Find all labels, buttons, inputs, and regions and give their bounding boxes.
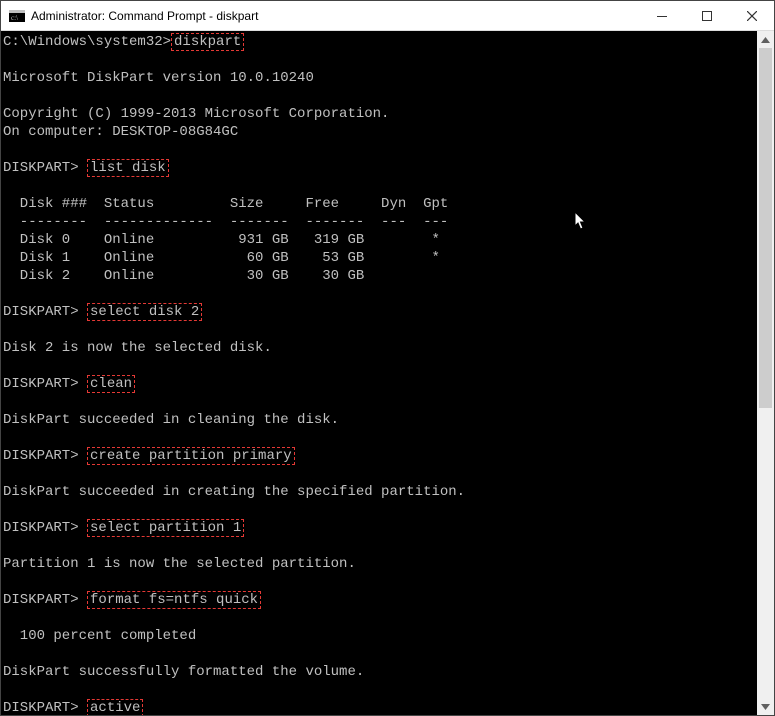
msg-selected-disk: Disk 2 is now the selected disk. [3,340,272,356]
prompt-dp: DISKPART> [3,700,79,715]
disk-table-header: Disk ### Status Size Free Dyn Gpt [3,196,448,212]
terminal-output[interactable]: C:\Windows\system32>diskpart Microsoft D… [1,31,757,715]
svg-text:c:\: c:\ [11,14,18,22]
title-buttons [639,1,774,30]
scroll-down-arrow-icon[interactable] [757,698,774,715]
cmd-select-partition: select partition 1 [87,519,244,537]
command-prompt-window: c:\ Administrator: Command Prompt - disk… [0,0,775,716]
cmd-create-partition: create partition primary [87,447,295,465]
cmd-icon: c:\ [9,8,25,24]
msg-clean: DiskPart succeeded in cleaning the disk. [3,412,339,428]
line-copyright: Copyright (C) 1999-2013 Microsoft Corpor… [3,106,389,122]
minimize-button[interactable] [639,1,684,30]
maximize-button[interactable] [684,1,729,30]
content-area: C:\Windows\system32>diskpart Microsoft D… [1,31,774,715]
titlebar[interactable]: c:\ Administrator: Command Prompt - disk… [1,1,774,31]
msg-create: DiskPart succeeded in creating the speci… [3,484,465,500]
window-title: Administrator: Command Prompt - diskpart [31,9,258,23]
scroll-up-arrow-icon[interactable] [757,31,774,48]
prompt-dp: DISKPART> [3,304,79,320]
scroll-thumb[interactable] [759,48,772,408]
scroll-track[interactable] [757,48,774,698]
cmd-diskpart: diskpart [171,33,244,51]
cmd-format: format fs=ntfs quick [87,591,261,609]
disk-row-0: Disk 0 Online 931 GB 319 GB * [3,232,440,248]
msg-progress: 100 percent completed [3,628,196,644]
cmd-clean: clean [87,375,135,393]
vertical-scrollbar[interactable] [757,31,774,715]
cmd-active: active [87,699,143,715]
line-computer: On computer: DESKTOP-08G84GC [3,124,238,140]
cmd-select-disk: select disk 2 [87,303,202,321]
prompt-dp: DISKPART> [3,520,79,536]
disk-table-sep: -------- ------------- ------- ------- -… [3,214,448,230]
prompt-dp: DISKPART> [3,376,79,392]
prompt-dp: DISKPART> [3,448,79,464]
close-button[interactable] [729,1,774,30]
prompt-dp: DISKPART> [3,160,79,176]
prompt-sys: C:\Windows\system32> [3,34,171,50]
prompt-dp: DISKPART> [3,592,79,608]
title-left: c:\ Administrator: Command Prompt - disk… [9,8,258,24]
disk-row-2: Disk 2 Online 30 GB 30 GB [3,268,364,284]
msg-select-partition: Partition 1 is now the selected partitio… [3,556,356,572]
line-version: Microsoft DiskPart version 10.0.10240 [3,70,314,86]
disk-row-1: Disk 1 Online 60 GB 53 GB * [3,250,440,266]
msg-format: DiskPart successfully formatted the volu… [3,664,364,680]
cmd-list-disk: list disk [87,159,169,177]
